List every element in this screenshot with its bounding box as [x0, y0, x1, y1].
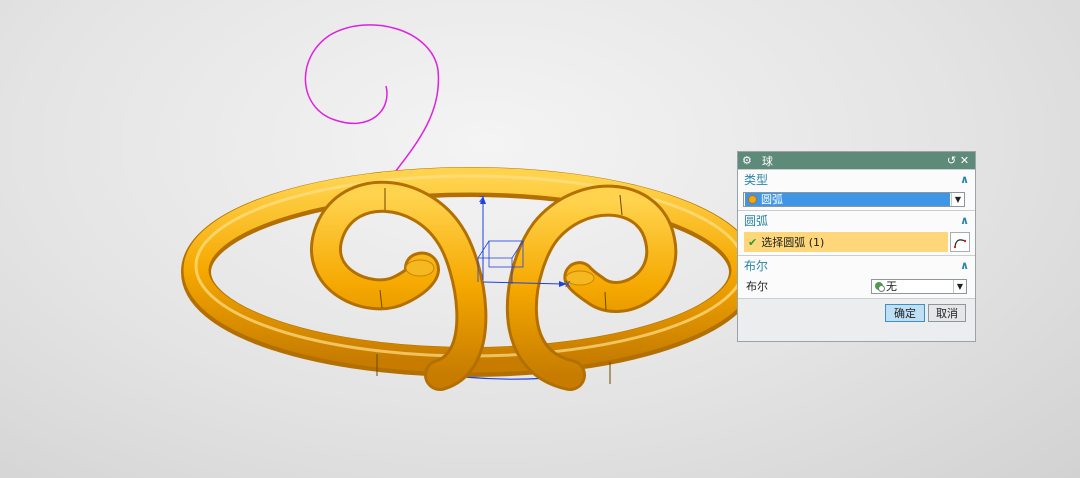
- collapse-chevron-icon[interactable]: ∧: [960, 259, 969, 272]
- bool-field-label: 布尔: [746, 280, 768, 293]
- type-section: 类型 ∧ 圆弧 ▼: [738, 169, 975, 210]
- bool-section-header[interactable]: 布尔 ∧: [738, 256, 975, 274]
- chevron-down-icon[interactable]: ▼: [953, 279, 966, 293]
- bool-section-label: 布尔: [744, 258, 769, 273]
- select-arc-label: 选择圆弧 (1): [761, 236, 825, 249]
- type-section-label: 类型: [744, 172, 769, 187]
- dialog-titlebar[interactable]: ⚙ 球 ↺ ✕: [738, 152, 975, 169]
- ok-button[interactable]: 确定: [885, 304, 925, 322]
- type-section-header[interactable]: 类型 ∧: [738, 170, 975, 188]
- collapse-chevron-icon[interactable]: ∧: [960, 214, 969, 227]
- dialog-title: 球: [762, 154, 773, 168]
- type-dropdown[interactable]: 圆弧 ▼: [743, 191, 965, 207]
- arc-section-label: 圆弧: [744, 213, 769, 228]
- curve-select-icon[interactable]: [950, 232, 970, 252]
- axis-z-label: Z: [479, 195, 485, 204]
- chevron-down-icon[interactable]: ▼: [951, 192, 964, 206]
- check-icon: ✔: [748, 235, 758, 249]
- spiral-curve[interactable]: [304, 24, 440, 173]
- collapse-chevron-icon[interactable]: ∧: [960, 173, 969, 186]
- boolean-none-icon: [875, 282, 885, 292]
- type-selected-value: 圆弧: [761, 193, 783, 206]
- bool-section: 布尔 ∧ 布尔 无 ▼: [738, 255, 975, 298]
- axis-x-label: X: [565, 280, 571, 289]
- arc-type-icon: [748, 194, 757, 204]
- bool-dropdown[interactable]: 无 ▼: [871, 278, 967, 294]
- close-icon[interactable]: ✕: [958, 154, 971, 167]
- reset-icon[interactable]: ↺: [945, 154, 958, 167]
- select-arc-field[interactable]: ✔ 选择圆弧 (1): [744, 232, 948, 252]
- arc-section-header[interactable]: 圆弧 ∧: [738, 211, 975, 229]
- dialog-footer: 确定 取消: [738, 298, 975, 328]
- gear-icon[interactable]: ⚙: [742, 154, 756, 167]
- cancel-button[interactable]: 取消: [928, 304, 966, 322]
- arc-section: 圆弧 ∧ ✔ 选择圆弧 (1): [738, 210, 975, 255]
- sphere-dialog: ⚙ 球 ↺ ✕ 类型 ∧ 圆弧 ▼ 圆弧 ∧ ✔ 选择圆弧 (1) 布尔 ∧ 布…: [737, 151, 976, 342]
- bool-value: 无: [886, 280, 897, 293]
